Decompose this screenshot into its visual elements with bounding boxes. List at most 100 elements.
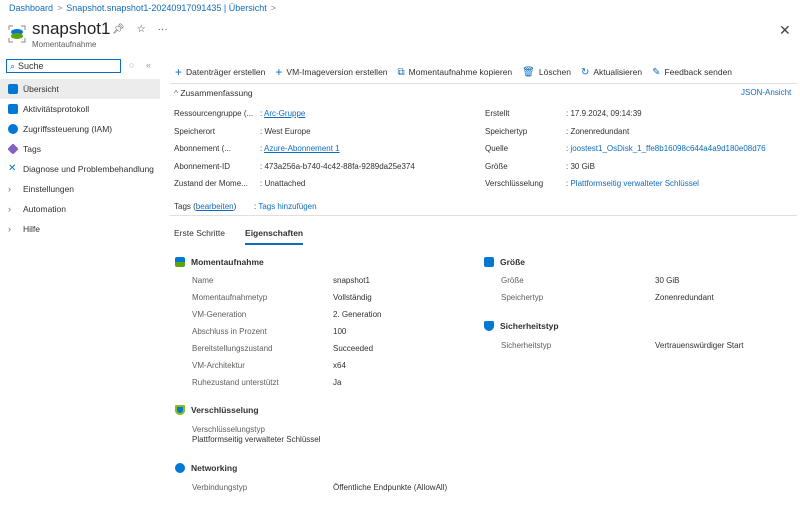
summary-value-text: 30 GiB (570, 161, 595, 171)
prop-value: 100 (333, 327, 347, 336)
section-sicherheitstyp: Sicherheitstyp (484, 321, 559, 331)
summary-value: : Zonenredundant (566, 126, 630, 136)
prop-label: VM-Generation (192, 310, 247, 319)
summary-key: Ressourcengruppe (... (174, 109, 254, 118)
prop-value: Vertrauenswürdiger Start (655, 341, 744, 350)
snapshot-icon (175, 257, 185, 267)
prop-label: Verbindungstyp (192, 483, 248, 492)
summary-value-text: Zonenredundant (570, 126, 630, 136)
chevron-right-icon: › (8, 224, 11, 234)
summary-value: : 30 GiB (566, 161, 595, 171)
summary-link[interactable]: Arc-Gruppe (264, 109, 305, 118)
chevron-right-icon: › (8, 184, 11, 194)
chevron-right-icon: › (8, 204, 11, 214)
pin-icon[interactable]: 📌︎ (112, 24, 125, 35)
sidebar-item-uebersicht[interactable]: Übersicht (0, 79, 160, 99)
sidebar-item-iam[interactable]: Zugriffssteuerung (IAM) (0, 119, 160, 139)
prop-value: 30 GiB (655, 276, 680, 285)
summary-key: Abonnement (... (174, 144, 231, 153)
shield-icon (175, 405, 185, 415)
copy-icon: ⧉ (397, 66, 405, 78)
summary-title: Zusammenfassung (180, 88, 253, 98)
summary-key: Speicherort (174, 126, 215, 136)
section-title: Networking (191, 463, 238, 473)
more-icon[interactable]: ··· (158, 24, 168, 35)
sidebar-item-label: Zugriffssteuerung (IAM) (23, 124, 113, 134)
plus-icon: + (175, 65, 183, 79)
refresh-icon[interactable]: ○ (129, 60, 134, 70)
summary-value-text: West Europe (264, 126, 311, 136)
close-icon[interactable]: ✕ (779, 22, 791, 39)
prop-label: Name (192, 276, 214, 285)
search-icon: ⌕ (10, 60, 16, 71)
trash-icon: 🗑︎ (522, 66, 535, 78)
section-verschluesselung: Verschlüsselung (175, 405, 259, 415)
snapshot-icon (8, 84, 18, 94)
summary-key: Größe (485, 161, 508, 171)
prop-label: Sicherheitstyp (501, 341, 552, 350)
sidebar-item-label: Automation (23, 204, 66, 214)
breadcrumb-snapshot[interactable]: Snapshot.snapshot1-20240917091435 | Über… (66, 3, 267, 13)
create-disk-button[interactable]: + Datenträger erstellen (175, 65, 265, 79)
encryption-type-label: Verschlüsselungstyp (192, 425, 265, 434)
sidebar-item-label: Übersicht (23, 84, 59, 94)
breadcrumb-dashboard[interactable]: Dashboard (9, 3, 53, 13)
summary-key: Speichertyp (485, 126, 528, 136)
tab-eigenschaften[interactable]: Eigenschaften (245, 228, 304, 245)
encryption-type-value: Plattformseitig verwalteter Schlüssel (192, 435, 321, 444)
sidebar-item-tags[interactable]: Tags (0, 139, 160, 159)
sidebar-item-diagnose[interactable]: ✕ Diagnose und Problembehandlung (0, 159, 160, 179)
section-groesse: Größe (484, 257, 525, 267)
tab-erste-schritte[interactable]: Erste Schritte (174, 228, 225, 245)
prop-label: Größe (501, 276, 524, 285)
tags-label: Tags (bearbeiten) (174, 202, 237, 211)
summary-link[interactable]: joostest1_OsDisk_1_ffe8b16098c644a4a9d18… (570, 144, 765, 153)
delete-button[interactable]: 🗑︎ Löschen (522, 67, 571, 78)
section-title: Größe (500, 257, 526, 267)
summary-value: : Arc-Gruppe (260, 109, 306, 118)
prop-value: 2. Generation (333, 310, 382, 319)
summary-key: Erstellt (485, 109, 510, 118)
summary-key: Zustand der Mome... (174, 179, 248, 188)
plus-icon: + (275, 65, 283, 79)
summary-value: : Unattached (260, 179, 306, 188)
prop-value: Vollständig (333, 293, 372, 302)
page-subtitle: Momentaufnahme (32, 40, 97, 49)
prop-value: Succeeded (333, 344, 374, 353)
summary-link[interactable]: Azure-Abonnement 1 (264, 144, 340, 153)
sidebar-item-label: Tags (23, 144, 41, 154)
sidebar-item-hilfe[interactable]: › Hilfe (0, 219, 160, 239)
sidebar-item-automation[interactable]: › Automation (0, 199, 160, 219)
button-label: Löschen (538, 67, 571, 77)
tags-add-link[interactable]: Tags hinzufügen (258, 202, 316, 211)
search-text: Suche (18, 61, 44, 71)
copy-snapshot-button[interactable]: ⧉ Momentaufnahme kopieren (398, 67, 513, 78)
command-bar: + Datenträger erstellen + VM-Imageversion … (175, 65, 732, 79)
summary-key: Quelle (485, 144, 509, 153)
summary-value: : 17.9.2024, 09:14:39 (566, 109, 642, 118)
activity-log-icon (8, 104, 18, 114)
section-networking: Networking (175, 463, 237, 473)
divider (170, 215, 797, 216)
collapse-icon[interactable]: « (146, 60, 151, 70)
feedback-icon: ✎ (652, 66, 661, 78)
star-icon[interactable]: ☆ (137, 24, 146, 35)
summary-toggle[interactable]: ^ Zusammenfassung (174, 88, 253, 98)
sidebar-item-label: Einstellungen (23, 184, 75, 194)
prop-label: Ruhezustand unterstützt (192, 378, 279, 387)
refresh-button[interactable]: ↻ Aktualisieren (581, 67, 642, 78)
sidebar-item-einstellungen[interactable]: › Einstellungen (0, 179, 160, 199)
summary-value-text: Unattached (264, 179, 306, 188)
summary-value: : West Europe (260, 126, 311, 136)
tags-edit-link[interactable]: bearbeiten (196, 202, 234, 211)
summary-link[interactable]: Plattformseitig verwalteter Schlüssel (570, 179, 699, 188)
shield-icon (484, 321, 494, 331)
create-vm-image-version-button[interactable]: + VM-Imageversion erstellen (275, 65, 387, 79)
json-view-link[interactable]: JSON-Ansicht (741, 88, 791, 97)
feedback-button[interactable]: ✎ Feedback senden (652, 67, 732, 78)
search-input[interactable]: ⌕ Suche (6, 59, 121, 73)
sidebar-item-aktivitaetsprotokoll[interactable]: Aktivitätsprotokoll (0, 99, 160, 119)
summary-key: Verschlüsselung (485, 179, 544, 188)
sidebar: Übersicht Aktivitätsprotokoll Zugriffsst… (0, 79, 160, 239)
sidebar-item-label: Hilfe (23, 224, 41, 234)
